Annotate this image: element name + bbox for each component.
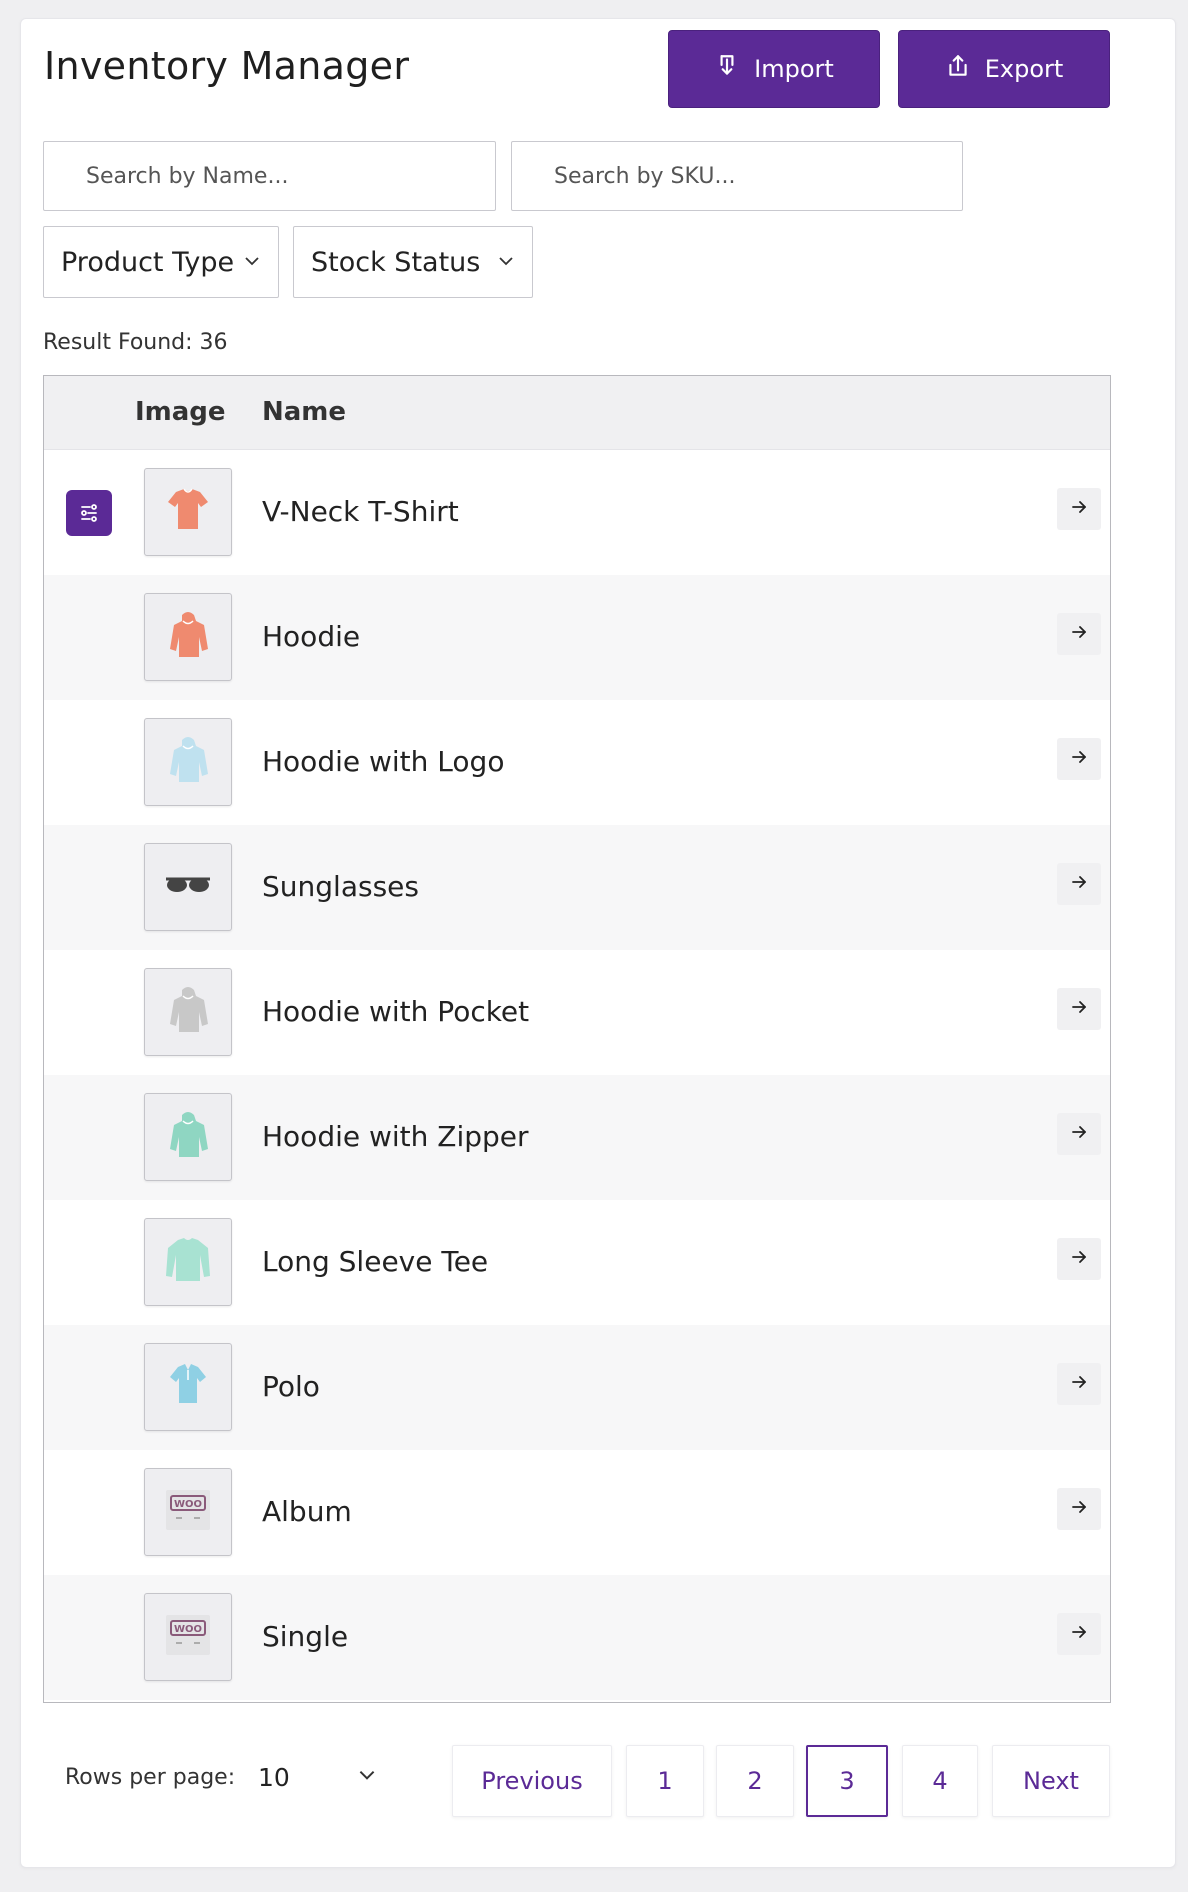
product-name: Album [262,1495,352,1528]
column-header-image: Image [135,397,226,427]
product-name: V-Neck T-Shirt [262,495,459,528]
table-row[interactable]: WOO Single [44,1575,1110,1700]
stock-status-select[interactable]: Stock Status [293,226,533,298]
table-row[interactable]: V-Neck T-Shirt [44,450,1110,575]
import-button[interactable]: Import [668,30,880,108]
table-row[interactable]: Long Sleeve Tee [44,1200,1110,1325]
album-icon: WOO [158,1480,218,1544]
product-thumbnail [144,1093,232,1181]
arrow-right-icon [1069,622,1089,646]
next-page-button[interactable]: Next [992,1745,1110,1817]
table-header: Image Name [44,376,1110,450]
page-2-button[interactable]: 2 [716,1745,794,1817]
result-count: Result Found: 36 [43,330,228,355]
album-icon: WOO [158,1605,218,1669]
arrow-right-icon [1069,1372,1089,1396]
rows-per-page-value: 10 [258,1762,290,1792]
product-thumbnail [144,1343,232,1431]
table-row[interactable]: Hoodie with Pocket [44,950,1110,1075]
rows-per-page-label: Rows per page: [65,1765,236,1790]
row-open-button[interactable] [1057,738,1101,780]
product-name: Hoodie with Pocket [262,995,530,1028]
row-open-button[interactable] [1057,1488,1101,1530]
previous-page-button[interactable]: Previous [452,1745,612,1817]
svg-text:WOO: WOO [174,1499,202,1510]
table-row[interactable]: Polo [44,1325,1110,1450]
arrow-right-icon [1069,997,1089,1021]
product-thumbnail [144,968,232,1056]
row-open-button[interactable] [1057,613,1101,655]
arrow-right-icon [1069,1622,1089,1646]
search-name-input[interactable] [43,141,496,211]
page-title: Inventory Manager [44,44,410,88]
page-3-button[interactable]: 3 [806,1745,888,1817]
rows-per-page-select[interactable]: 10 [258,1752,378,1802]
product-name: Sunglasses [262,870,419,903]
row-open-button[interactable] [1057,988,1101,1030]
arrow-right-icon [1069,1497,1089,1521]
chevron-down-icon [242,247,262,278]
hoodie-icon [158,1105,218,1169]
page-4-button[interactable]: 4 [902,1745,978,1817]
product-name: Hoodie with Zipper [262,1120,529,1153]
row-open-button[interactable] [1057,1238,1101,1280]
hoodie-icon [158,605,218,669]
product-name: Long Sleeve Tee [262,1245,489,1278]
sunglasses-icon [158,855,218,919]
chevron-down-icon [496,247,516,278]
column-header-name: Name [262,397,347,427]
row-open-button[interactable] [1057,1363,1101,1405]
arrow-right-icon [1069,497,1089,521]
product-thumbnail [144,468,232,556]
chevron-down-icon [356,1763,378,1792]
svg-text:WOO: WOO [174,1624,202,1635]
product-name: Polo [262,1370,320,1403]
arrow-right-icon [1069,872,1089,896]
hoodie-icon [158,730,218,794]
product-name: Hoodie [262,620,361,653]
product-thumbnail [144,843,232,931]
product-thumbnail [144,593,232,681]
product-type-select[interactable]: Product Type [43,226,279,298]
row-open-button[interactable] [1057,488,1101,530]
page-1-button[interactable]: 1 [626,1745,704,1817]
product-name: Hoodie with Logo [262,745,505,778]
product-thumbnail: WOO [144,1468,232,1556]
table-body: V-Neck T-Shirt Hoodie Hoodie with Logo S… [44,450,1110,1700]
table-row[interactable]: Sunglasses [44,825,1110,950]
longsleeve-icon [158,1230,218,1294]
polo-icon [158,1355,218,1419]
product-name: Single [262,1620,349,1653]
product-thumbnail [144,718,232,806]
arrow-right-icon [1069,1247,1089,1271]
product-table: Image Name V-Neck T-Shirt Hoodie Hoodie … [43,375,1111,1703]
import-label: Import [754,55,834,83]
export-label: Export [984,55,1064,83]
import-icon [714,53,740,85]
stock-status-label: Stock Status [311,246,481,278]
table-row[interactable]: Hoodie [44,575,1110,700]
export-button[interactable]: Export [898,30,1110,108]
export-icon [945,53,971,85]
table-row[interactable]: Hoodie with Zipper [44,1075,1110,1200]
hoodie-icon [158,980,218,1044]
row-actions-icon[interactable] [66,490,112,536]
arrow-right-icon [1069,747,1089,771]
product-type-label: Product Type [61,246,235,278]
row-open-button[interactable] [1057,1613,1101,1655]
arrow-right-icon [1069,1122,1089,1146]
product-thumbnail: WOO [144,1593,232,1681]
table-row[interactable]: Hoodie with Logo [44,700,1110,825]
row-open-button[interactable] [1057,1113,1101,1155]
table-row[interactable]: WOO Album [44,1450,1110,1575]
row-open-button[interactable] [1057,863,1101,905]
tshirt-icon [158,480,218,544]
search-sku-input[interactable] [511,141,963,211]
product-thumbnail [144,1218,232,1306]
